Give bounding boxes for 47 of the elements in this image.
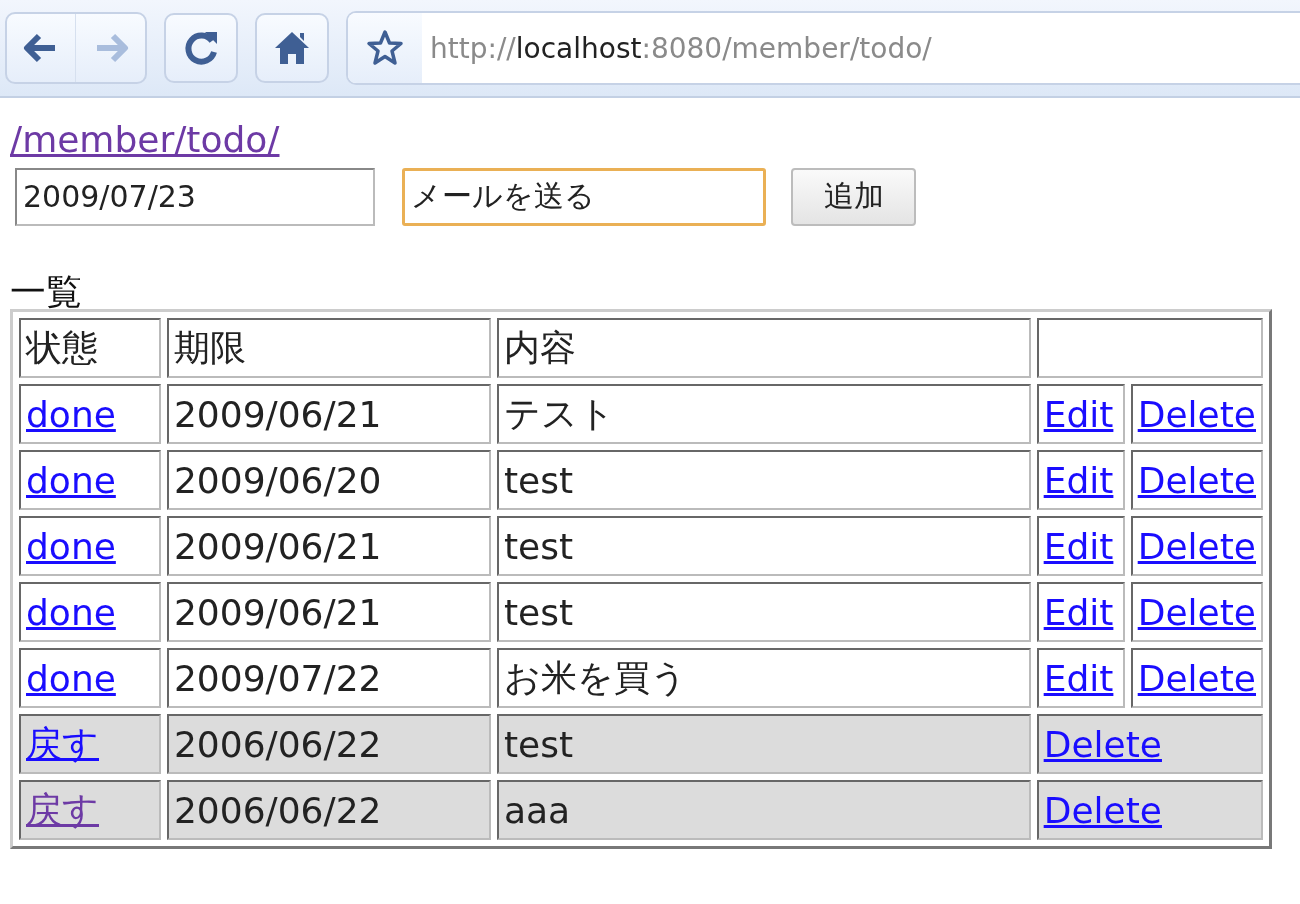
page-link[interactable]: /member/todo/ bbox=[10, 120, 280, 160]
table-cell: 2006/06/22 bbox=[166, 714, 491, 775]
home-button[interactable] bbox=[255, 13, 329, 83]
url-text: http://localhost:8080/member/todo/ bbox=[429, 30, 932, 67]
table-cell: 2009/06/20 bbox=[166, 450, 491, 511]
delete-link[interactable]: Delete bbox=[1137, 657, 1256, 699]
table-cell: aaa bbox=[496, 780, 1031, 841]
status-link[interactable]: done bbox=[26, 657, 116, 699]
delete-link[interactable]: Delete bbox=[1137, 591, 1256, 633]
status-link[interactable]: done bbox=[26, 525, 116, 567]
edit-link[interactable]: Edit bbox=[1043, 657, 1114, 699]
delete-link[interactable]: Delete bbox=[1043, 723, 1162, 765]
reload-button[interactable] bbox=[164, 13, 238, 83]
edit-link[interactable]: Edit bbox=[1043, 525, 1114, 567]
status-link[interactable]: 戻す bbox=[26, 788, 99, 830]
delete-link[interactable]: Delete bbox=[1137, 459, 1256, 501]
status-link[interactable]: done bbox=[26, 459, 116, 501]
column-header: 状態 bbox=[19, 318, 161, 379]
delete-link[interactable]: Delete bbox=[1043, 789, 1162, 831]
column-header: 内容 bbox=[496, 318, 1031, 379]
status-link[interactable]: done bbox=[26, 591, 116, 633]
table-cell: test bbox=[496, 714, 1031, 775]
table-cell: test bbox=[496, 450, 1031, 511]
status-link[interactable]: done bbox=[26, 393, 116, 435]
table-cell: テスト bbox=[496, 384, 1031, 445]
status-link[interactable]: 戻す bbox=[26, 722, 99, 764]
task-input[interactable]: メールを送る bbox=[402, 167, 766, 226]
table-cell: 2009/06/21 bbox=[166, 516, 491, 577]
delete-link[interactable]: Delete bbox=[1137, 393, 1256, 435]
add-button[interactable]: 追加 bbox=[791, 167, 916, 226]
edit-link[interactable]: Edit bbox=[1043, 459, 1114, 501]
list-heading: 一覧 bbox=[10, 271, 83, 312]
edit-link[interactable]: Edit bbox=[1043, 591, 1114, 633]
delete-link[interactable]: Delete bbox=[1137, 525, 1256, 567]
table-cell: test bbox=[496, 516, 1031, 577]
star-icon[interactable] bbox=[365, 28, 405, 68]
table-cell: 2006/06/22 bbox=[166, 780, 491, 841]
column-header: 期限 bbox=[166, 318, 491, 379]
table-cell: 2009/07/22 bbox=[166, 648, 491, 709]
address-bar[interactable]: http://localhost:8080/member/todo/ bbox=[346, 11, 1300, 85]
table-cell: test bbox=[496, 582, 1031, 643]
date-input[interactable]: 2009/07/23 bbox=[15, 167, 375, 226]
edit-link[interactable]: Edit bbox=[1043, 393, 1114, 435]
table-cell: 2009/06/21 bbox=[166, 384, 491, 445]
table-cell: 2009/06/21 bbox=[166, 582, 491, 643]
house-icon bbox=[273, 29, 311, 67]
table-cell: お米を買う bbox=[496, 648, 1031, 709]
